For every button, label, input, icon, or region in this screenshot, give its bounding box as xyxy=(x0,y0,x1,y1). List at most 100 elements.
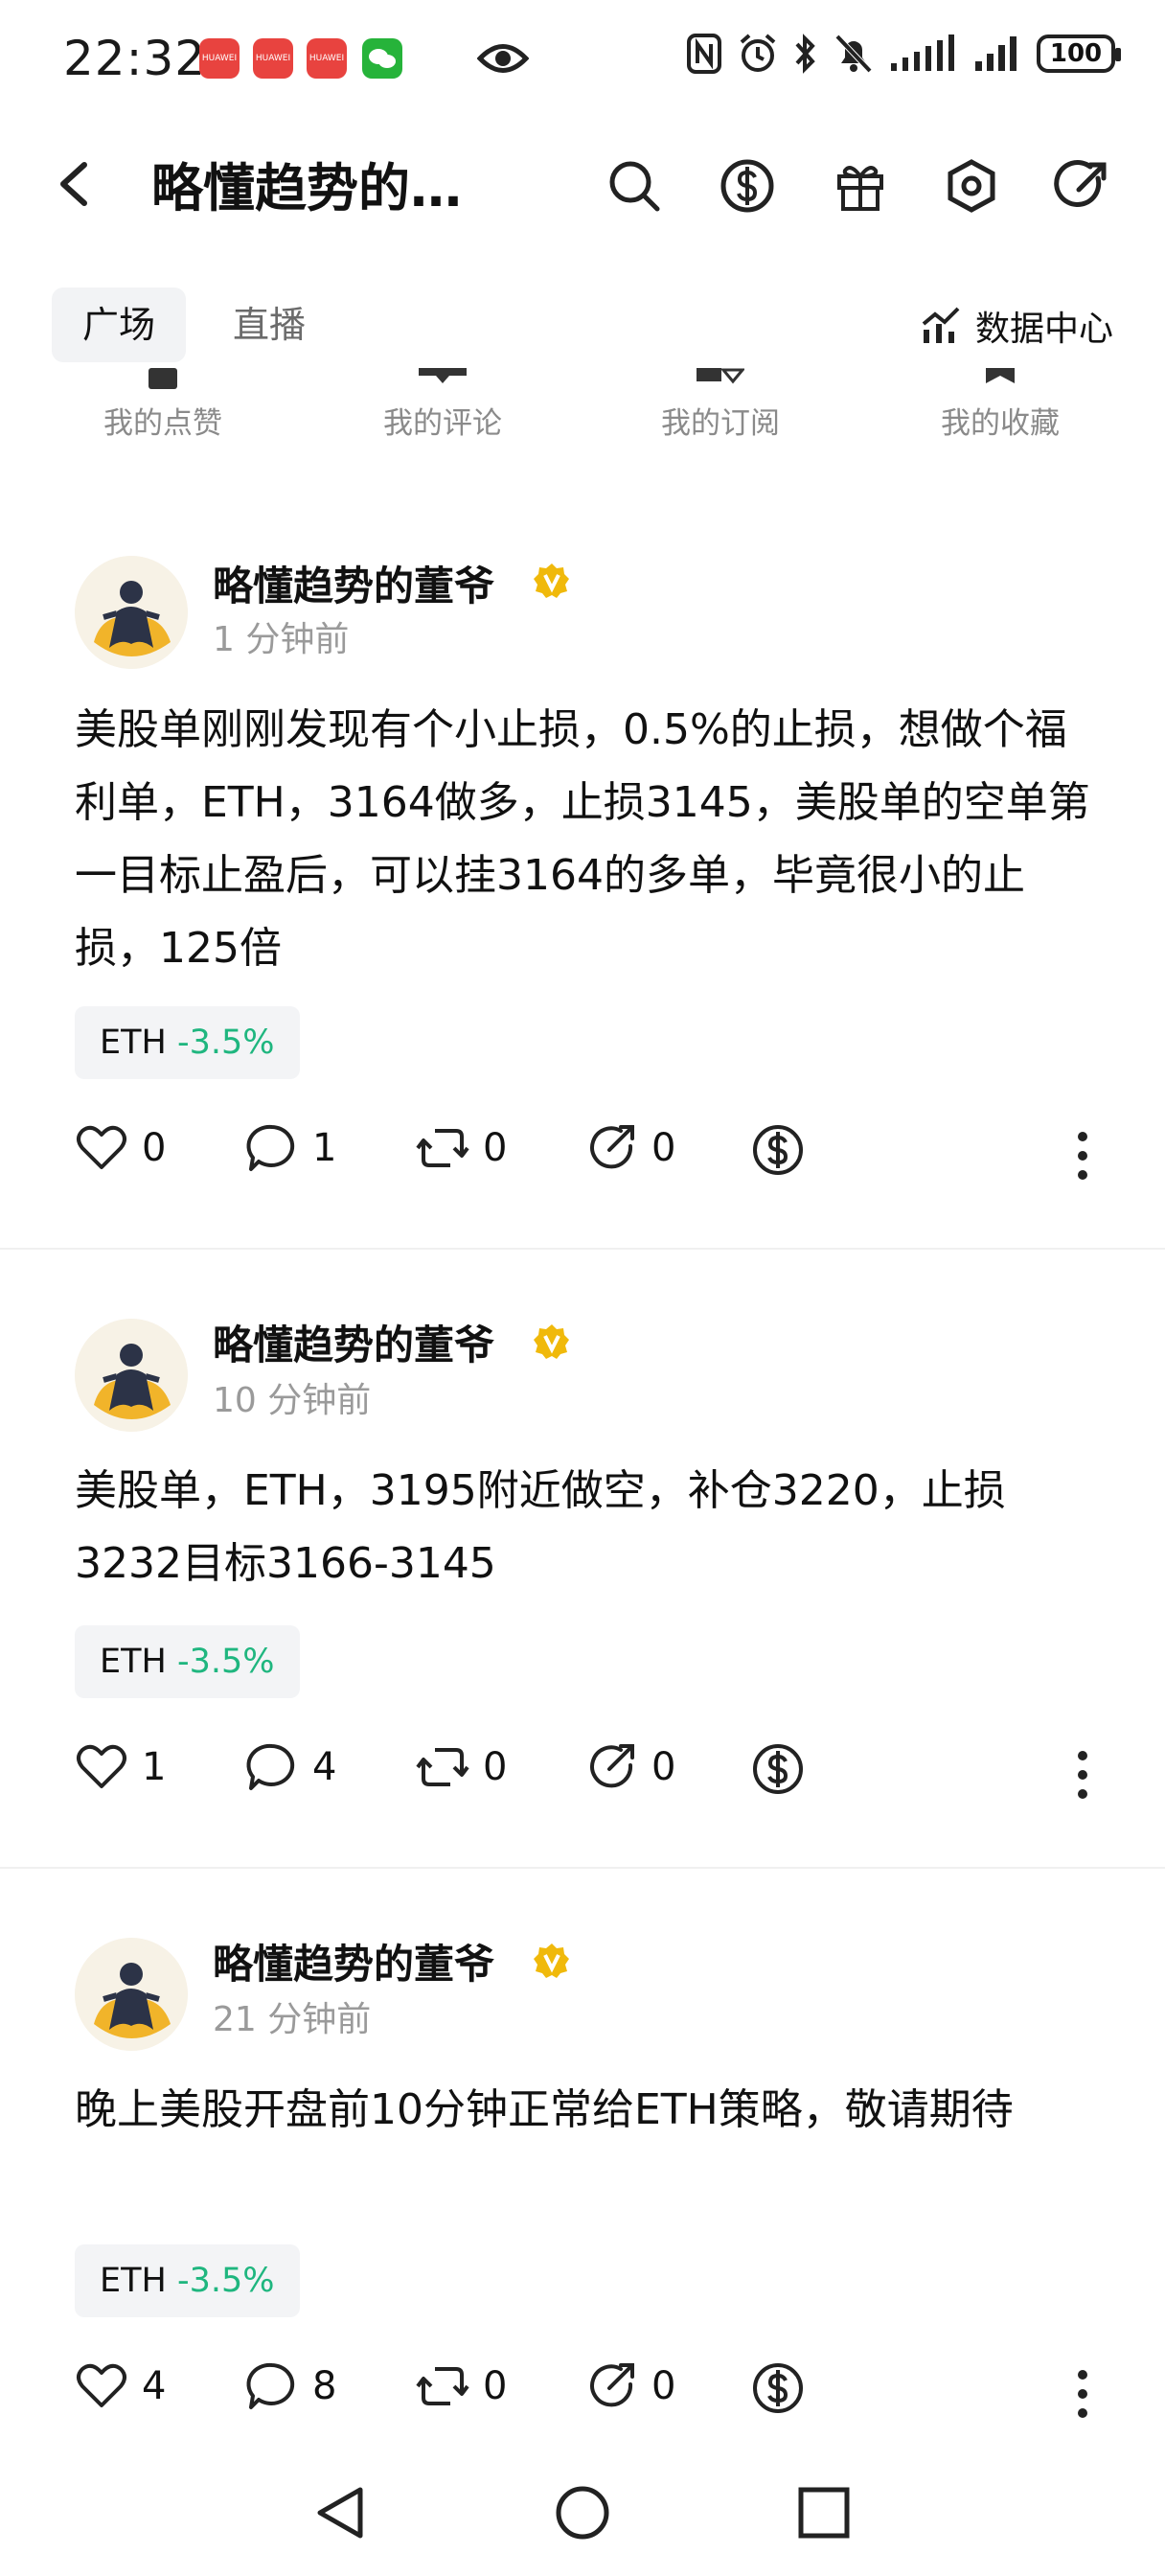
repost-button[interactable]: 0 xyxy=(416,1123,507,1173)
post-content: 美股单刚刚发现有个小止损，0.5%的止损，想做个福利单，ETH，3164做多，止… xyxy=(75,705,1090,973)
heart-icon xyxy=(75,2361,128,2411)
avatar[interactable] xyxy=(75,1319,188,1432)
bookmark-icon xyxy=(976,368,1024,395)
post-time: 21 分钟前 xyxy=(213,2000,372,2039)
heart-icon xyxy=(75,1742,128,1792)
post-time: 1 分钟前 xyxy=(213,620,350,659)
share-button[interactable]: 0 xyxy=(584,1123,675,1173)
heart-icon xyxy=(75,1123,128,1173)
my-favorites-label: 我的收藏 xyxy=(941,406,1060,441)
comment-icon xyxy=(245,1742,299,1792)
comment-icon xyxy=(245,1123,299,1173)
post-content: 晚上美股开盘前10分钟正常给ETH策略，敬请期待 xyxy=(75,2085,1014,2134)
verified-badge-icon xyxy=(533,1322,571,1361)
tab-live[interactable]: 直播 xyxy=(217,288,322,362)
dollar-icon xyxy=(751,1123,805,1177)
more-options-icon[interactable] xyxy=(1075,1131,1090,1181)
back-button[interactable] xyxy=(54,159,96,209)
nfc-icon xyxy=(686,33,722,75)
mute-bell-icon xyxy=(834,33,874,75)
comment-button[interactable]: 4 xyxy=(245,1742,336,1792)
tab-plaza[interactable]: 广场 xyxy=(52,288,186,362)
status-bar: 22:32 HUAWEI HUAWEI HUAWEI 100 xyxy=(0,0,1165,115)
chart-icon xyxy=(920,305,962,347)
repost-count: 0 xyxy=(483,1126,508,1170)
signal-icon xyxy=(889,34,958,73)
my-comments-button[interactable]: 我的评论 xyxy=(347,368,538,442)
wechat-icon xyxy=(362,38,402,79)
share-icon xyxy=(584,1123,638,1173)
share-icon xyxy=(584,1742,638,1792)
more-options-icon[interactable] xyxy=(1075,1750,1090,1800)
like-button[interactable]: 1 xyxy=(75,1742,166,1792)
eye-icon xyxy=(477,36,529,80)
status-time: 22:32 xyxy=(63,31,207,86)
tip-button[interactable] xyxy=(751,2361,805,2415)
my-likes-label: 我的点赞 xyxy=(103,406,222,441)
repost-icon xyxy=(416,2361,469,2411)
share-button[interactable]: 0 xyxy=(584,1742,675,1792)
comment-count: 1 xyxy=(312,1126,337,1170)
symbol-name: ETH xyxy=(100,1643,167,1681)
dollar-icon xyxy=(751,2361,805,2415)
my-favorites-button[interactable]: 我的收藏 xyxy=(904,368,1096,442)
search-icon[interactable] xyxy=(605,157,663,215)
repost-count: 0 xyxy=(483,2364,508,2408)
more-options-icon[interactable] xyxy=(1075,2369,1090,2419)
repost-button[interactable]: 0 xyxy=(416,1742,507,1792)
gift-icon[interactable] xyxy=(832,157,889,215)
like-button[interactable]: 4 xyxy=(75,2361,166,2411)
battery-indicator: 100 xyxy=(1037,34,1121,73)
verified-badge-icon xyxy=(533,1942,571,1980)
top-app-bar: 略懂趋势的… xyxy=(0,115,1165,249)
author-name[interactable]: 略懂趋势的董爷 xyxy=(213,1313,494,1371)
my-comments-label: 我的评论 xyxy=(383,406,502,441)
nav-recents-icon[interactable] xyxy=(795,2484,853,2542)
data-center-link[interactable]: 数据中心 xyxy=(920,301,1113,351)
symbol-change: -3.5% xyxy=(176,2262,275,2300)
repost-icon xyxy=(416,1123,469,1173)
comment-button[interactable]: 1 xyxy=(245,1123,336,1173)
nav-back-icon[interactable] xyxy=(312,2484,370,2542)
my-subscriptions-label: 我的订阅 xyxy=(661,406,780,441)
like-button[interactable]: 0 xyxy=(75,1123,166,1173)
comment-count: 4 xyxy=(312,1745,337,1789)
symbol-change: -3.5% xyxy=(176,1024,275,1062)
avatar[interactable] xyxy=(75,1938,188,2051)
tip-button[interactable] xyxy=(751,1742,805,1796)
share-count: 0 xyxy=(651,2364,676,2408)
comment-icon xyxy=(245,2361,299,2411)
author-name[interactable]: 略懂趋势的董爷 xyxy=(213,1932,494,1990)
thumbs-up-icon xyxy=(139,368,187,395)
system-nav-bar xyxy=(0,2453,1165,2576)
dollar-icon xyxy=(751,1742,805,1796)
dollar-icon[interactable] xyxy=(719,157,776,215)
my-likes-button[interactable]: 我的点赞 xyxy=(67,368,259,442)
avatar[interactable] xyxy=(75,556,188,669)
nav-home-icon[interactable] xyxy=(554,2484,611,2542)
like-count: 0 xyxy=(142,1126,167,1170)
repost-icon xyxy=(416,1742,469,1792)
post-content: 美股单，ETH，3195附近做空，补仓3220，止损3232目标3166-314… xyxy=(75,1466,1006,1588)
repost-count: 0 xyxy=(483,1745,508,1789)
tip-button[interactable] xyxy=(751,1123,805,1177)
hexagon-settings-icon[interactable] xyxy=(943,157,1000,215)
share-icon[interactable] xyxy=(1054,157,1111,215)
divider xyxy=(0,1867,1165,1869)
symbol-tag[interactable]: ETH -3.5% xyxy=(75,1006,300,1079)
symbol-tag[interactable]: ETH -3.5% xyxy=(75,1625,300,1698)
comment-count: 8 xyxy=(312,2364,337,2408)
share-button[interactable]: 0 xyxy=(584,2361,675,2411)
data-center-label: 数据中心 xyxy=(974,310,1113,349)
repost-button[interactable]: 0 xyxy=(416,2361,507,2411)
author-name[interactable]: 略懂趋势的董爷 xyxy=(213,554,494,612)
post-actions: 4 8 0 0 xyxy=(75,2361,1090,2428)
huawei-app-icon: HUAWEI xyxy=(199,38,240,79)
like-count: 1 xyxy=(142,1745,167,1789)
symbol-tag[interactable]: ETH -3.5% xyxy=(75,2244,300,2317)
comment-button[interactable]: 8 xyxy=(245,2361,336,2411)
divider xyxy=(0,1248,1165,1250)
my-subscriptions-button[interactable]: 我的订阅 xyxy=(625,368,816,442)
quick-access-row: 我的点赞 我的评论 我的订阅 我的收藏 xyxy=(0,368,1165,464)
like-count: 4 xyxy=(142,2364,167,2408)
